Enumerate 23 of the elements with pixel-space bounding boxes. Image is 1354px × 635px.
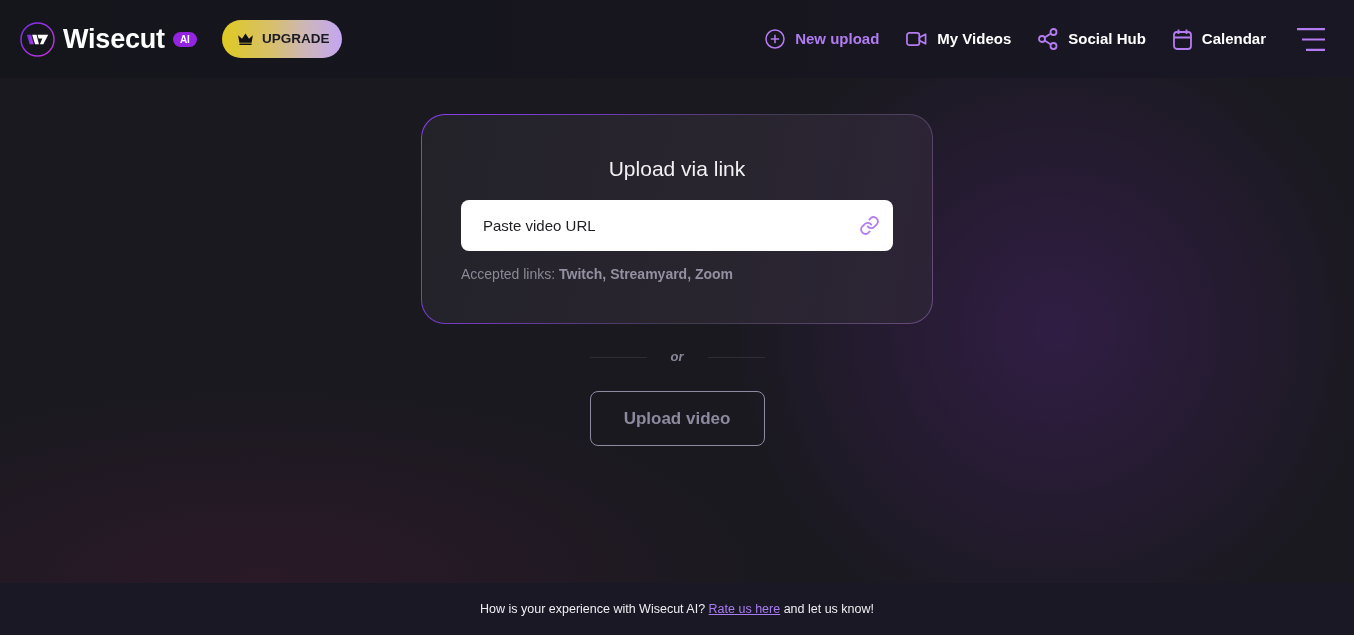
nav-link[interactable]: New upload xyxy=(765,27,880,51)
nav-link[interactable]: My Videos xyxy=(906,27,1012,51)
logo-text: Wisecut xyxy=(63,25,165,53)
upgrade-button[interactable]: UPGRADE xyxy=(221,20,342,58)
divider-label: or xyxy=(670,348,684,366)
upload-video-button[interactable]: Upload video xyxy=(589,391,765,446)
feedback-message: How is your experience with Wisecut AI? Rate us here and let us know! xyxy=(480,600,874,618)
ai-badge: AI xyxy=(172,31,197,47)
card-title: Upload via link xyxy=(607,156,747,182)
menu-button[interactable] xyxy=(1297,27,1325,51)
logo-icon xyxy=(20,21,55,57)
nav-link[interactable]: Social Hub xyxy=(1038,27,1146,51)
video-camera-icon xyxy=(906,31,928,47)
link-icon xyxy=(859,215,880,236)
crown-icon xyxy=(236,33,254,45)
menu-icon xyxy=(1297,27,1325,51)
calendar-icon xyxy=(1172,28,1192,50)
plus-circle-icon xyxy=(765,29,786,49)
nav-link[interactable]: Calendar xyxy=(1172,27,1266,51)
accepted-links-note: Accepted links: Twitch, Streamyard, Zoom xyxy=(461,265,735,284)
share-icon xyxy=(1038,28,1059,50)
url-field[interactable]: Paste video URL xyxy=(461,200,893,251)
rate-link[interactable]: Rate us here xyxy=(708,601,781,616)
